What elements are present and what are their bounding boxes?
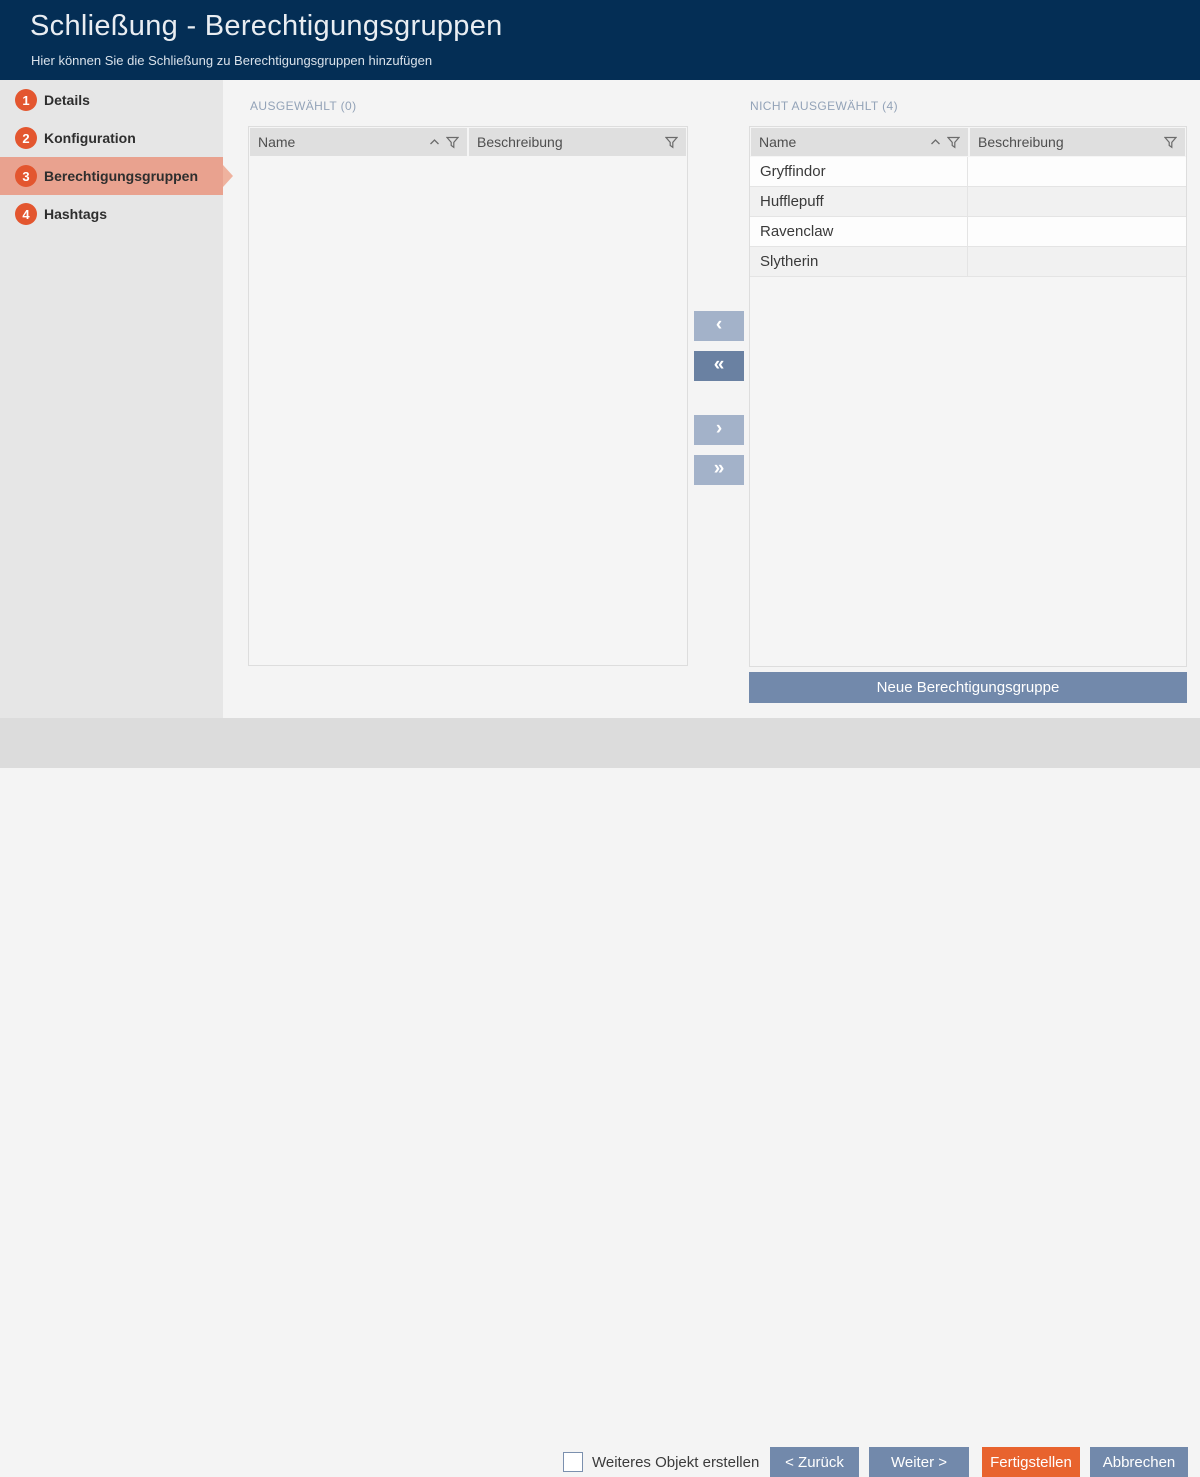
row-description-cell[interactable] bbox=[968, 247, 1186, 276]
step-number-badge: 2 bbox=[15, 127, 37, 149]
column-header-label: Name bbox=[759, 134, 797, 150]
cancel-button[interactable]: Abbrechen bbox=[1090, 1447, 1188, 1477]
column-header-beschreibung[interactable]: Beschreibung bbox=[469, 128, 686, 156]
selected-table: Name Beschreibung bbox=[248, 126, 688, 666]
wizard-footer: Weiteres Objekt erstellen < Zurück Weite… bbox=[0, 718, 1200, 1477]
selected-table-header: Name Beschreibung bbox=[250, 128, 686, 156]
move-all-left-button[interactable]: « bbox=[694, 351, 744, 381]
column-header-label: Beschreibung bbox=[477, 134, 563, 150]
sidebar-item-berechtigungsgruppen[interactable]: 3 Berechtigungsgruppen bbox=[0, 157, 233, 195]
row-name-cell[interactable]: Ravenclaw bbox=[750, 217, 968, 246]
step-number-badge: 1 bbox=[15, 89, 37, 111]
table-row[interactable]: Slytherin bbox=[750, 247, 1186, 277]
column-header-name[interactable]: Name bbox=[751, 128, 968, 156]
sort-ascending-icon[interactable] bbox=[930, 138, 941, 146]
filter-icon[interactable] bbox=[665, 136, 678, 149]
selected-panel-heading: AUSGEWÄHLT (0) bbox=[250, 99, 357, 113]
double-chevron-right-icon: » bbox=[713, 458, 725, 479]
table-row[interactable]: Gryffindor bbox=[750, 157, 1186, 187]
step-number-badge: 3 bbox=[15, 165, 37, 187]
unselected-table: Name Beschreibung Gryffindor Hufflepuff … bbox=[749, 126, 1187, 667]
sidebar-item-konfiguration[interactable]: 2 Konfiguration bbox=[0, 119, 223, 157]
sidebar-item-details[interactable]: 1 Details bbox=[0, 81, 223, 119]
dialog-header: Schließung - Berechtigungsgruppen Hier k… bbox=[0, 0, 1200, 80]
row-name-cell[interactable]: Hufflepuff bbox=[750, 187, 968, 216]
new-permission-group-button[interactable]: Neue Berechtigungsgruppe bbox=[749, 672, 1187, 703]
move-left-button[interactable]: ‹ bbox=[694, 311, 744, 341]
page-subtitle: Hier können Sie die Schließung zu Berech… bbox=[31, 53, 433, 68]
back-button[interactable]: < Zurück bbox=[770, 1447, 859, 1477]
unselected-panel-heading: NICHT AUSGEWÄHLT (4) bbox=[750, 99, 899, 113]
finish-button[interactable]: Fertigstellen bbox=[982, 1447, 1080, 1477]
page-title: Schließung - Berechtigungsgruppen bbox=[30, 10, 503, 42]
wizard-step-sidebar: 1 Details 2 Konfiguration 3 Berechtigung… bbox=[0, 80, 233, 718]
sidebar-item-label: Details bbox=[44, 92, 90, 108]
table-row[interactable]: Ravenclaw bbox=[750, 217, 1186, 247]
column-header-beschreibung[interactable]: Beschreibung bbox=[970, 128, 1185, 156]
row-description-cell[interactable] bbox=[968, 157, 1186, 186]
chevron-right-icon: › bbox=[715, 418, 723, 439]
step-number-badge: 4 bbox=[15, 203, 37, 225]
row-description-cell[interactable] bbox=[968, 187, 1186, 216]
sidebar-item-label: Konfiguration bbox=[44, 130, 136, 146]
unselected-table-header: Name Beschreibung bbox=[751, 128, 1185, 156]
create-another-label: Weiteres Objekt erstellen bbox=[592, 1454, 760, 1471]
next-button[interactable]: Weiter > bbox=[869, 1447, 969, 1477]
sidebar-item-hashtags[interactable]: 4 Hashtags bbox=[0, 195, 223, 233]
row-name-cell[interactable]: Slytherin bbox=[750, 247, 968, 276]
row-name-cell[interactable]: Gryffindor bbox=[750, 157, 968, 186]
chevron-left-icon: ‹ bbox=[715, 314, 723, 335]
move-right-button[interactable]: › bbox=[694, 415, 744, 445]
sort-ascending-icon[interactable] bbox=[429, 138, 440, 146]
column-header-name[interactable]: Name bbox=[250, 128, 467, 156]
move-all-right-button[interactable]: » bbox=[694, 455, 744, 485]
filter-icon[interactable] bbox=[947, 136, 960, 149]
row-description-cell[interactable] bbox=[968, 217, 1186, 246]
column-header-label: Name bbox=[258, 134, 296, 150]
sidebar-item-label: Berechtigungsgruppen bbox=[44, 168, 199, 184]
table-row[interactable]: Hufflepuff bbox=[750, 187, 1186, 217]
filter-icon[interactable] bbox=[1164, 136, 1177, 149]
column-header-label: Beschreibung bbox=[978, 134, 1064, 150]
filter-icon[interactable] bbox=[446, 136, 459, 149]
sidebar-item-label: Hashtags bbox=[44, 206, 108, 222]
double-chevron-left-icon: « bbox=[713, 354, 725, 375]
create-another-checkbox[interactable] bbox=[563, 1452, 583, 1472]
